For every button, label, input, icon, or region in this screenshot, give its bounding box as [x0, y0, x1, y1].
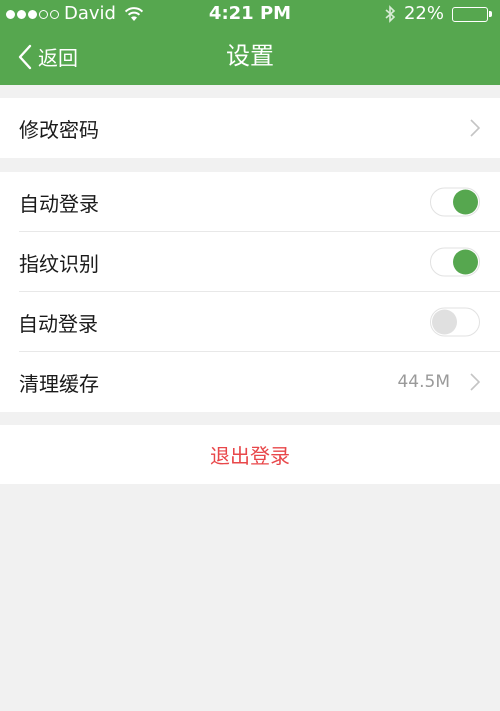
- change-password-label: 修改密码: [19, 117, 99, 142]
- logout-button[interactable]: 退出登录: [0, 425, 500, 484]
- status-right: 22%: [385, 0, 492, 28]
- auto-login-row: 自动登录: [0, 172, 500, 232]
- cache-size-value: 44.5M: [397, 372, 450, 392]
- bluetooth-icon: [385, 5, 396, 23]
- change-password-row[interactable]: 修改密码: [0, 98, 500, 158]
- fingerprint-label: 指纹识别: [19, 251, 99, 276]
- battery-icon: [452, 6, 492, 22]
- auto-login-row-2: 自动登录: [0, 292, 500, 352]
- auto-login-label-2: 自动登录: [18, 311, 98, 336]
- navigation-bar: 返回 设置: [0, 28, 500, 85]
- auto-login-label: 自动登录: [19, 191, 99, 216]
- auto-login-toggle[interactable]: [430, 187, 480, 217]
- fingerprint-row: 指纹识别: [0, 232, 500, 292]
- chevron-right-icon: [470, 373, 480, 391]
- page-title: 设置: [226, 42, 274, 70]
- battery-percent: 22%: [403, 3, 444, 24]
- chevron-right-icon: [470, 119, 480, 137]
- password-group: 修改密码: [0, 98, 500, 158]
- fingerprint-toggle[interactable]: [430, 247, 480, 277]
- settings-group: 自动登录 指纹识别 自动登录 清理缓存 44.5M: [0, 172, 500, 412]
- status-bar: David 4:21 PM 22%: [0, 0, 500, 28]
- clear-cache-label: 清理缓存: [19, 371, 99, 396]
- auto-login-toggle-2[interactable]: [430, 307, 480, 337]
- clear-cache-row[interactable]: 清理缓存 44.5M: [0, 352, 500, 412]
- app-header: David 4:21 PM 22% 返回 设置: [0, 0, 500, 85]
